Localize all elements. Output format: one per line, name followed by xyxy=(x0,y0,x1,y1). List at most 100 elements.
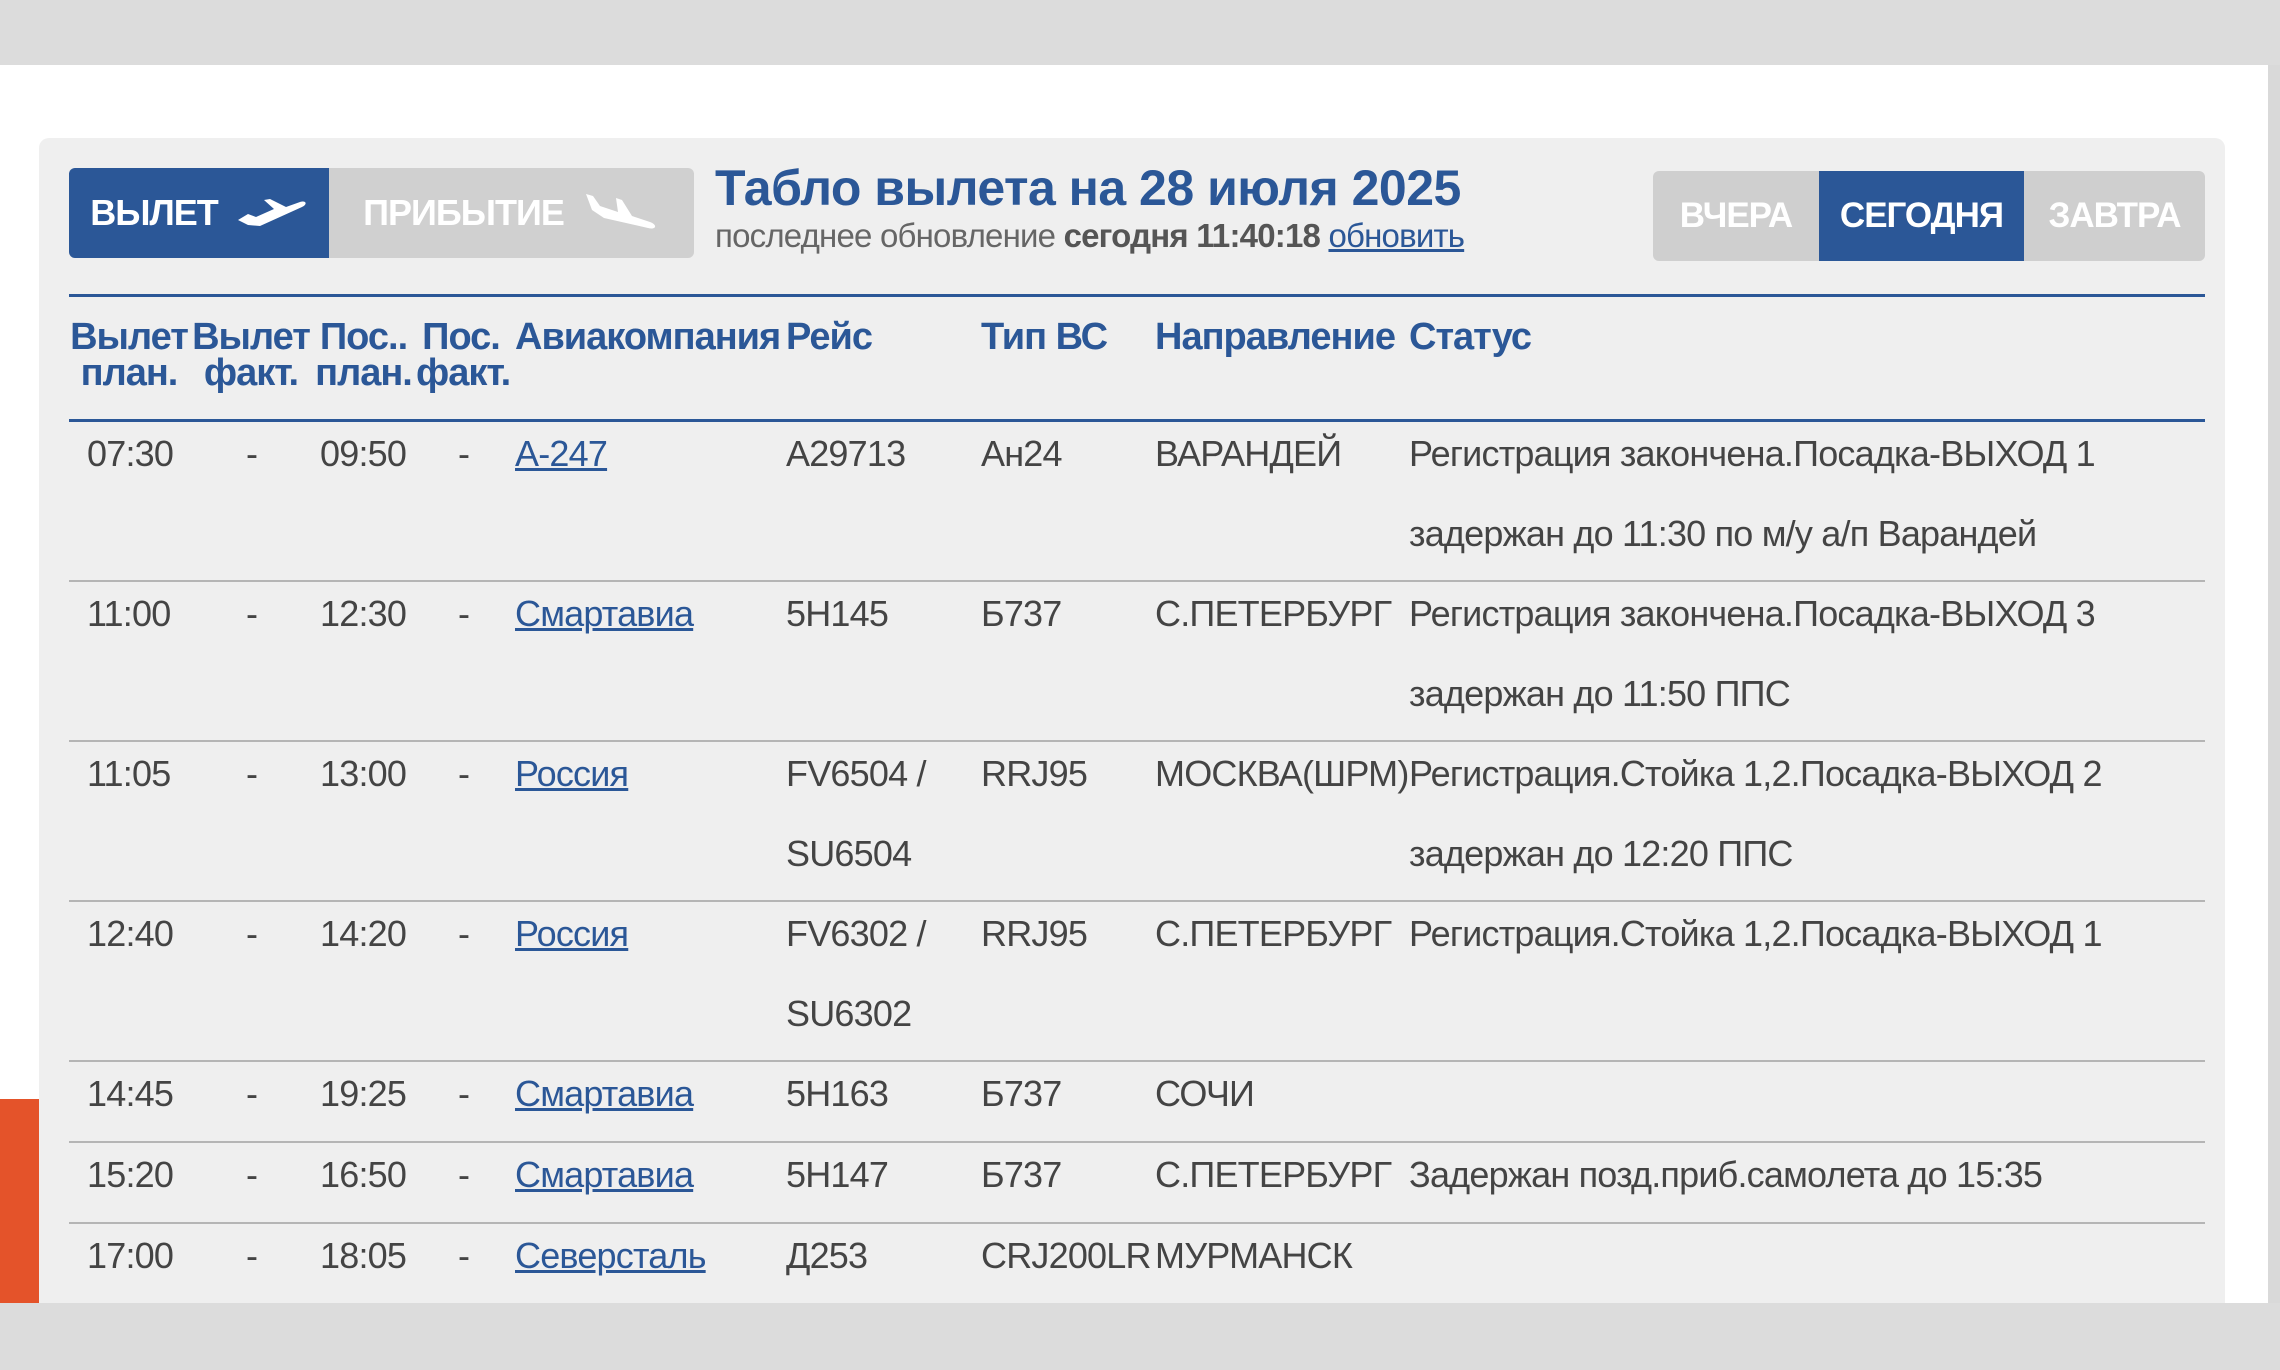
land-plan-cell: 13:00 xyxy=(320,753,407,794)
update-prefix: последнее обновление xyxy=(715,217,1056,254)
table-row: 15:20 - 16:50 - Смартавиа 5Н147 Б737 С.П… xyxy=(69,1143,2205,1224)
aircraft-type-cell: Б737 xyxy=(981,593,1062,634)
land-plan-cell: 16:50 xyxy=(320,1154,407,1195)
direction-toggle: ВЫЛЕТ ПРИБЫТИЕ xyxy=(69,168,694,258)
dep-plan-cell: 07:30 xyxy=(87,433,174,474)
aircraft-type-cell: Б737 xyxy=(981,1073,1062,1114)
flight-number-cell: FV6302 /SU6302 xyxy=(786,913,927,1034)
dep-fact-cell: - xyxy=(246,913,258,954)
destination-cell: С.ПЕТЕРБУРГ xyxy=(1155,593,1392,634)
column-header-status: Статус xyxy=(1409,316,1532,358)
table-row: 14:45 - 19:25 - Смартавиа 5Н163 Б737 СОЧ… xyxy=(69,1062,2205,1143)
airline-link[interactable]: Россия xyxy=(515,734,629,814)
today-tab[interactable]: СЕГОДНЯ xyxy=(1819,171,2024,261)
land-fact-cell: - xyxy=(458,1235,470,1276)
status-cell: Регистрация закончена.Посадка-ВЫХОД 1 зад… xyxy=(1409,433,2096,554)
flight-number-cell: FV6504 /SU6504 xyxy=(786,753,927,874)
land-fact-cell: - xyxy=(458,433,470,474)
land-plan-cell: 14:20 xyxy=(320,913,407,954)
airline-link[interactable]: Смартавиа xyxy=(515,1135,694,1215)
airline-link[interactable]: А-247 xyxy=(515,414,608,494)
last-update-line: последнее обновление сегодня 11:40:18 об… xyxy=(715,216,1575,256)
day-toggle: ВЧЕРА СЕГОДНЯ ЗАВТРА xyxy=(1653,171,2205,261)
land-fact-cell: - xyxy=(458,593,470,634)
column-header-dep-fact: Вылет факт. xyxy=(192,316,311,394)
yesterday-tab[interactable]: ВЧЕРА xyxy=(1653,171,1819,261)
land-fact-cell: - xyxy=(458,1073,470,1114)
destination-cell: С.ПЕТЕРБУРГ xyxy=(1155,1154,1392,1195)
column-header-aircraft: Тип ВС xyxy=(981,316,1108,358)
destination-cell: С.ПЕТЕРБУРГ xyxy=(1155,913,1392,954)
table-header: Вылет план. Вылет факт. Пос.. план. Пос. фак… xyxy=(69,297,2205,422)
aircraft-type-cell: Б737 xyxy=(981,1154,1062,1195)
column-header-airline: Авиакомпания xyxy=(515,316,781,358)
table-row: 12:40 - 14:20 - Россия FV6302 /SU6302 RR… xyxy=(69,902,2205,1062)
dep-fact-cell: - xyxy=(246,593,258,634)
land-fact-cell: - xyxy=(458,753,470,794)
airline-link[interactable]: Смартавиа xyxy=(515,1054,694,1134)
airline-link[interactable]: Смартавиа xyxy=(515,574,694,654)
land-plan-cell: 12:30 xyxy=(320,593,407,634)
departure-tab[interactable]: ВЫЛЕТ xyxy=(69,168,329,258)
destination-cell: МОСКВА(ШРМ) xyxy=(1155,753,1409,794)
land-fact-cell: - xyxy=(458,1154,470,1195)
plane-landing-icon xyxy=(585,194,655,229)
flight-number-cell: 5Н147 xyxy=(786,1154,889,1195)
destination-cell: ВАРАНДЕЙ xyxy=(1155,433,1342,474)
flight-number-cell: Д253 xyxy=(786,1235,868,1276)
aircraft-type-cell: CRJ200LR xyxy=(981,1235,1151,1276)
browser-top-bar xyxy=(0,0,2280,65)
land-plan-cell: 19:25 xyxy=(320,1073,407,1114)
destination-cell: МУРМАНСК xyxy=(1155,1235,1353,1276)
dep-plan-cell: 17:00 xyxy=(87,1235,174,1276)
aircraft-type-cell: RRJ95 xyxy=(981,913,1088,954)
dep-fact-cell: - xyxy=(246,1154,258,1195)
departure-tab-label: ВЫЛЕТ xyxy=(90,192,219,233)
table-row: 11:05 - 13:00 - Россия FV6504 /SU6504 RR… xyxy=(69,742,2205,902)
page-scroll-strip xyxy=(2268,65,2280,1303)
dep-plan-cell: 15:20 xyxy=(87,1154,174,1195)
table-row: 11:00 - 12:30 - Смартавиа 5Н145 Б737 С.П… xyxy=(69,582,2205,742)
status-cell: Регистрация.Стойка 1,2.Посадка-ВЫХОД 2 за… xyxy=(1409,753,2102,874)
destination-cell: СОЧИ xyxy=(1155,1073,1255,1114)
dep-fact-cell: - xyxy=(246,1073,258,1114)
airline-link[interactable]: Северсталь xyxy=(515,1216,706,1296)
arrival-tab[interactable]: ПРИБЫТИЕ xyxy=(329,168,694,258)
status-cell: Регистрация.Стойка 1,2.Посадка-ВЫХОД 1 xyxy=(1409,913,2102,954)
aircraft-type-cell: Ан24 xyxy=(981,433,1063,474)
tomorrow-tab[interactable]: ЗАВТРА xyxy=(2024,171,2205,261)
land-plan-cell: 18:05 xyxy=(320,1235,407,1276)
dep-fact-cell: - xyxy=(246,753,258,794)
side-accent-tab[interactable] xyxy=(0,1099,39,1303)
arrival-tab-label: ПРИБЫТИЕ xyxy=(363,192,565,233)
column-header-dep-plan: Вылет план. xyxy=(70,316,189,394)
flight-number-cell: A29713 xyxy=(786,433,906,474)
page-title: Табло вылета на 28 июля 2025 xyxy=(715,160,1461,216)
flights-table: Вылет план. Вылет факт. Пос.. план. Пос. фак… xyxy=(69,294,2205,1305)
dep-fact-cell: - xyxy=(246,1235,258,1276)
plane-takeoff-icon xyxy=(237,199,306,226)
airline-link[interactable]: Россия xyxy=(515,894,629,974)
flight-number-cell: 5Н145 xyxy=(786,593,889,634)
aircraft-type-cell: RRJ95 xyxy=(981,753,1088,794)
status-cell: Регистрация закончена.Посадка-ВЫХОД 3 зад… xyxy=(1409,593,2096,714)
update-time: сегодня 11:40:18 xyxy=(1063,217,1321,254)
browser-bottom-bar xyxy=(0,1303,2280,1370)
dep-plan-cell: 14:45 xyxy=(87,1073,174,1114)
dep-plan-cell: 11:05 xyxy=(87,753,171,794)
table-row: 07:30 - 09:50 - А-247 A29713 Ан24 ВАРАНД… xyxy=(69,422,2205,582)
dep-plan-cell: 12:40 xyxy=(87,913,174,954)
refresh-link[interactable]: обновить xyxy=(1328,217,1465,254)
column-header-land-fact: Пос. факт. xyxy=(416,316,511,394)
column-header-destination: Направление xyxy=(1155,316,1396,358)
departure-board-panel: ВЫЛЕТ ПРИБЫТИЕ Табло вылета на 28 июля 2… xyxy=(39,138,2225,1305)
status-cell: Задержан позд.приб.самолета до 15:35 xyxy=(1409,1154,2043,1195)
dep-fact-cell: - xyxy=(246,433,258,474)
board-header: Табло вылета на 28 июля 2025 последнее о… xyxy=(715,160,1575,256)
flight-number-cell: 5Н163 xyxy=(786,1073,889,1114)
land-fact-cell: - xyxy=(458,913,470,954)
column-header-land-plan: Пос.. план. xyxy=(315,316,413,394)
land-plan-cell: 09:50 xyxy=(320,433,407,474)
table-row: 17:00 - 18:05 - Северсталь Д253 CRJ200LR… xyxy=(69,1224,2205,1305)
column-header-flight: Рейс xyxy=(786,316,873,358)
